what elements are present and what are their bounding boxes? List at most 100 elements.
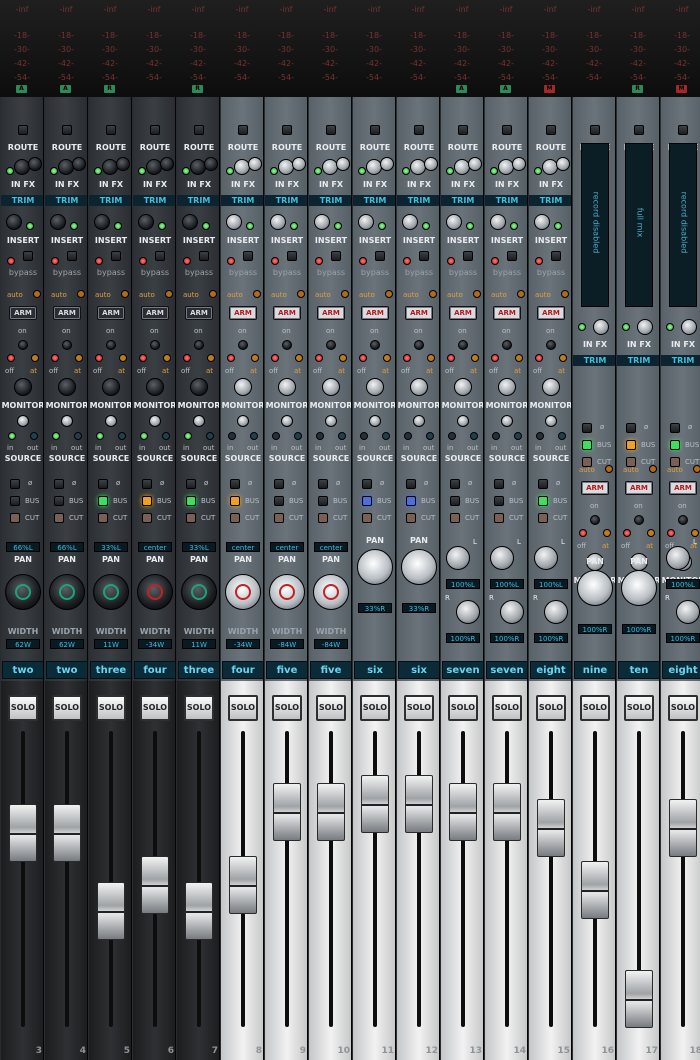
bus-button[interactable]	[54, 496, 64, 506]
route-button[interactable]	[678, 125, 688, 135]
insert-knob[interactable]	[226, 214, 242, 230]
pan-knob[interactable]	[621, 570, 657, 606]
arm-knob[interactable]	[414, 340, 424, 350]
insert-knob[interactable]	[402, 214, 418, 230]
solo-button[interactable]: SOLO	[536, 695, 566, 721]
bus-button[interactable]	[318, 496, 328, 506]
pan-r-knob[interactable]	[456, 600, 480, 624]
channel-name[interactable]: two	[46, 661, 87, 679]
pan-knob[interactable]	[357, 549, 393, 585]
monitor-knob[interactable]	[366, 378, 384, 396]
fx-knob[interactable]	[424, 157, 438, 171]
bypass-button[interactable]	[111, 251, 121, 261]
pan-r-knob[interactable]	[544, 600, 568, 624]
solo-button[interactable]: SOLO	[316, 695, 346, 721]
cut-button[interactable]	[142, 513, 152, 523]
channel-name[interactable]: six	[354, 661, 395, 679]
fader-cap[interactable]	[53, 803, 81, 862]
monitor-knob[interactable]	[454, 378, 472, 396]
bus-button[interactable]	[582, 440, 592, 450]
route-button[interactable]	[282, 125, 292, 135]
solo-button[interactable]: SOLO	[272, 695, 302, 721]
solo-button[interactable]: SOLO	[8, 695, 38, 721]
arm-knob[interactable]	[326, 340, 336, 350]
route-button[interactable]	[414, 125, 424, 135]
bus-button[interactable]	[274, 496, 284, 506]
bus-button[interactable]	[494, 496, 504, 506]
arm-button[interactable]: ARM	[405, 306, 433, 320]
cut-button[interactable]	[230, 513, 240, 523]
fx-knob[interactable]	[72, 157, 86, 171]
pan-knob[interactable]	[313, 574, 349, 610]
channel-name[interactable]: three	[90, 661, 131, 679]
pan-l-knob[interactable]	[534, 546, 558, 570]
bypass-button[interactable]	[199, 251, 209, 261]
monitor-level-knob[interactable]	[413, 415, 425, 427]
solo-button[interactable]: SOLO	[140, 695, 170, 721]
channel-name[interactable]: eight	[662, 661, 700, 679]
arm-button[interactable]: ARM	[361, 306, 389, 320]
solo-button[interactable]: SOLO	[52, 695, 82, 721]
pan-knob[interactable]	[49, 574, 85, 610]
channel-name[interactable]: six	[398, 661, 439, 679]
arm-button[interactable]: ARM	[229, 306, 257, 320]
fader-cap[interactable]	[9, 803, 37, 862]
phase-button[interactable]	[450, 479, 460, 489]
route-button[interactable]	[18, 125, 28, 135]
bus-button[interactable]	[10, 496, 20, 506]
channel-name[interactable]: eight	[530, 661, 571, 679]
cut-button[interactable]	[318, 513, 328, 523]
cut-button[interactable]	[10, 513, 20, 523]
insert-knob[interactable]	[50, 214, 66, 230]
route-button[interactable]	[194, 125, 204, 135]
bus-button[interactable]	[406, 496, 416, 506]
channel-name[interactable]: four	[222, 661, 263, 679]
bypass-button[interactable]	[155, 251, 165, 261]
pan-l-knob[interactable]	[446, 546, 470, 570]
arm-knob[interactable]	[678, 515, 688, 525]
pan-knob[interactable]	[5, 574, 41, 610]
arm-knob[interactable]	[18, 340, 28, 350]
monitor-level-knob[interactable]	[369, 415, 381, 427]
arm-knob[interactable]	[502, 340, 512, 350]
route-button[interactable]	[370, 125, 380, 135]
bus-button[interactable]	[450, 496, 460, 506]
insert-knob[interactable]	[94, 214, 110, 230]
arm-button[interactable]: ARM	[317, 306, 345, 320]
solo-button[interactable]: SOLO	[228, 695, 258, 721]
bus-button[interactable]	[186, 496, 196, 506]
phase-button[interactable]	[538, 479, 548, 489]
pan-knob[interactable]	[93, 574, 129, 610]
bypass-button[interactable]	[23, 251, 33, 261]
phase-button[interactable]	[230, 479, 240, 489]
cut-button[interactable]	[626, 457, 636, 467]
monitor-level-knob[interactable]	[237, 415, 249, 427]
pan-r-knob[interactable]	[676, 600, 700, 624]
phase-button[interactable]	[406, 479, 416, 489]
bypass-button[interactable]	[507, 251, 517, 261]
monitor-knob[interactable]	[58, 378, 76, 396]
solo-button[interactable]: SOLO	[492, 695, 522, 721]
arm-button[interactable]: ARM	[669, 481, 697, 495]
cut-button[interactable]	[670, 457, 680, 467]
insert-knob[interactable]	[534, 214, 550, 230]
insert-knob[interactable]	[270, 214, 286, 230]
monitor-level-knob[interactable]	[17, 415, 29, 427]
fx-knob[interactable]	[512, 157, 526, 171]
fx-knob[interactable]	[468, 157, 482, 171]
fader-cap[interactable]	[449, 783, 477, 841]
arm-button[interactable]: ARM	[449, 306, 477, 320]
phase-button[interactable]	[186, 479, 196, 489]
route-button[interactable]	[458, 125, 468, 135]
cut-button[interactable]	[450, 513, 460, 523]
phase-button[interactable]	[142, 479, 152, 489]
monitor-knob[interactable]	[410, 378, 428, 396]
solo-button[interactable]: SOLO	[580, 695, 610, 721]
solo-button[interactable]: SOLO	[184, 695, 214, 721]
fx-knob[interactable]	[116, 157, 130, 171]
monitor-knob[interactable]	[14, 378, 32, 396]
fx-knob[interactable]	[681, 319, 697, 335]
monitor-knob[interactable]	[146, 378, 164, 396]
channel-name[interactable]: nine	[574, 661, 615, 679]
monitor-level-knob[interactable]	[325, 415, 337, 427]
